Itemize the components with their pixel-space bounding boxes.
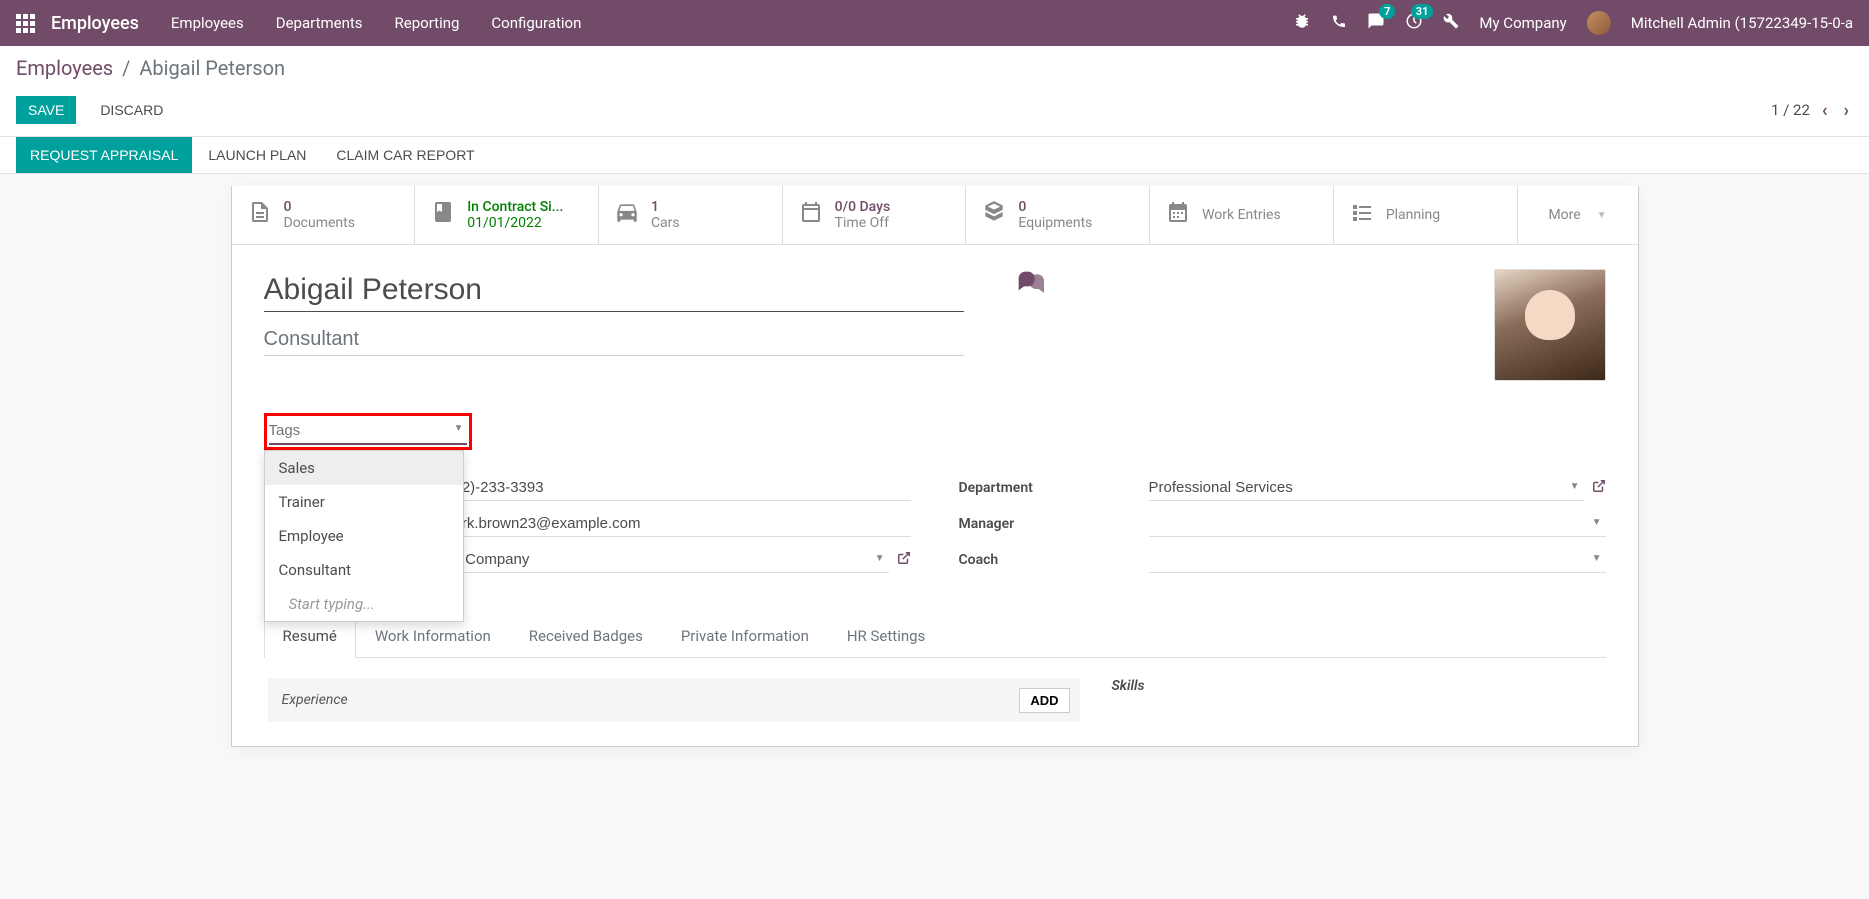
username[interactable]: Mitchell Admin (15722349-15-0-a bbox=[1631, 14, 1853, 32]
more-label: More bbox=[1548, 207, 1580, 223]
request-appraisal-button[interactable]: Request Appraisal bbox=[16, 137, 192, 173]
tag-option-sales[interactable]: Sales bbox=[265, 451, 463, 485]
activities-icon[interactable]: 31 bbox=[1405, 12, 1423, 34]
tags-field: ▼ Sales Trainer Employee Consultant Star… bbox=[264, 413, 472, 450]
skills-panel: Skills bbox=[1112, 678, 1602, 722]
apps-icon[interactable] bbox=[16, 14, 35, 33]
tag-option-consultant[interactable]: Consultant bbox=[265, 553, 463, 587]
external-link-icon[interactable] bbox=[897, 551, 911, 569]
tab-hr-settings[interactable]: HR Settings bbox=[828, 614, 944, 657]
employee-photo[interactable] bbox=[1494, 269, 1606, 381]
breadcrumb-sep: / bbox=[122, 56, 130, 80]
nav-employees[interactable]: Employees bbox=[171, 14, 244, 32]
bug-icon[interactable] bbox=[1293, 12, 1311, 34]
save-button[interactable]: Save bbox=[16, 96, 76, 124]
tasks-icon bbox=[1348, 200, 1376, 230]
actions-row: Save Discard 1 / 22 ‹ › bbox=[16, 96, 1853, 124]
skills-heading: Skills bbox=[1112, 678, 1602, 694]
job-title-input[interactable] bbox=[264, 324, 964, 356]
department-label: Department bbox=[959, 480, 1149, 496]
chevron-down-icon: ▼ bbox=[875, 553, 885, 564]
chat-icon[interactable] bbox=[1016, 269, 1048, 381]
tags-dropdown: Sales Trainer Employee Consultant Start … bbox=[264, 450, 464, 622]
tab-private[interactable]: Private Information bbox=[662, 614, 828, 657]
breadcrumb-current: Abigail Peterson bbox=[139, 56, 285, 80]
breadcrumb-root[interactable]: Employees bbox=[16, 56, 113, 80]
add-experience-button[interactable]: ADD bbox=[1019, 688, 1069, 713]
stat-planning[interactable]: Planning bbox=[1334, 186, 1518, 244]
stat-more[interactable]: More ▼ bbox=[1518, 186, 1638, 244]
app-title: Employees bbox=[51, 13, 139, 34]
fields-grid: ▼ Department ▼ bbox=[264, 474, 1606, 582]
button-box: 0Documents In Contract Si...01/01/2022 1… bbox=[232, 186, 1638, 245]
breadcrumb: Employees / Abigail Peterson bbox=[16, 56, 1853, 80]
book-icon bbox=[429, 200, 457, 230]
document-icon bbox=[246, 200, 274, 230]
tag-option-trainer[interactable]: Trainer bbox=[265, 485, 463, 519]
phone-icon[interactable] bbox=[1331, 13, 1347, 33]
form-container: 0Documents In Contract Si...01/01/2022 1… bbox=[215, 186, 1655, 747]
nav-reporting[interactable]: Reporting bbox=[395, 14, 460, 32]
stat-documents[interactable]: 0Documents bbox=[232, 186, 416, 244]
nav-right: 7 31 My Company Mitchell Admin (15722349… bbox=[1293, 11, 1853, 35]
chevron-down-icon: ▼ bbox=[1570, 481, 1580, 492]
tab-badges[interactable]: Received Badges bbox=[510, 614, 662, 657]
pager-prev-icon[interactable]: ‹ bbox=[1818, 100, 1832, 121]
resume-panel: Experience ADD bbox=[268, 678, 1080, 722]
work-phone-input[interactable] bbox=[454, 475, 911, 501]
conversations-badge: 7 bbox=[1379, 4, 1395, 19]
chevron-down-icon: ▼ bbox=[1597, 210, 1607, 221]
boxes-icon bbox=[980, 199, 1008, 231]
chevron-down-icon: ▼ bbox=[1592, 553, 1602, 564]
tag-option-employee[interactable]: Employee bbox=[265, 519, 463, 553]
discard-button[interactable]: Discard bbox=[88, 96, 175, 124]
nav-departments[interactable]: Departments bbox=[276, 14, 363, 32]
claim-car-report-button[interactable]: Claim Car Report bbox=[322, 137, 488, 173]
tag-hint: Start typing... bbox=[265, 587, 463, 621]
launch-plan-button[interactable]: Launch Plan bbox=[194, 137, 320, 173]
activities-badge: 31 bbox=[1411, 4, 1434, 19]
nav-configuration[interactable]: Configuration bbox=[491, 14, 581, 32]
employee-name-input[interactable] bbox=[264, 269, 964, 312]
calendar-grid-icon bbox=[1164, 200, 1192, 230]
pager-next-icon[interactable]: › bbox=[1840, 100, 1853, 121]
external-link-icon[interactable] bbox=[1592, 479, 1606, 497]
stat-contract[interactable]: In Contract Si...01/01/2022 bbox=[415, 186, 599, 244]
tab-content: Experience ADD Skills bbox=[264, 658, 1606, 722]
coach-label: Coach bbox=[959, 552, 1149, 568]
department-select[interactable] bbox=[1149, 475, 1584, 501]
stat-work-entries[interactable]: Work Entries bbox=[1150, 186, 1334, 244]
form-sheet: 0Documents In Contract Si...01/01/2022 1… bbox=[231, 186, 1639, 747]
pager-count[interactable]: 1 / 22 bbox=[1771, 101, 1810, 119]
top-nav: Employees Employees Departments Reportin… bbox=[0, 0, 1869, 46]
chevron-down-icon: ▼ bbox=[1592, 517, 1602, 528]
tabs: Resumé Work Information Received Badges … bbox=[264, 614, 1606, 658]
tags-input[interactable] bbox=[269, 418, 467, 445]
control-panel: Employees / Abigail Peterson Save Discar… bbox=[0, 46, 1869, 137]
stat-cars[interactable]: 1Cars bbox=[599, 186, 783, 244]
coach-select[interactable] bbox=[1149, 547, 1606, 573]
car-icon bbox=[613, 199, 641, 231]
company-select[interactable] bbox=[454, 547, 889, 573]
experience-heading: Experience bbox=[282, 692, 348, 708]
pager: 1 / 22 ‹ › bbox=[1771, 100, 1853, 121]
conversations-icon[interactable]: 7 bbox=[1367, 12, 1385, 34]
user-avatar[interactable] bbox=[1587, 11, 1611, 35]
calendar-icon bbox=[797, 200, 825, 230]
manager-label: Manager bbox=[959, 516, 1149, 532]
status-bar: Request Appraisal Launch Plan Claim Car … bbox=[0, 137, 1869, 174]
company-name[interactable]: My Company bbox=[1479, 14, 1566, 32]
manager-select[interactable] bbox=[1149, 511, 1606, 537]
right-col: Department ▼ Manager ▼ bbox=[959, 474, 1606, 582]
sheet-body: ▼ Sales Trainer Employee Consultant Star… bbox=[232, 245, 1638, 746]
tools-icon[interactable] bbox=[1443, 13, 1459, 33]
nav-menu: Employees Departments Reporting Configur… bbox=[171, 14, 581, 32]
work-email-input[interactable] bbox=[454, 511, 911, 537]
stat-timeoff[interactable]: 0/0 DaysTime Off bbox=[783, 186, 967, 244]
stat-equipments[interactable]: 0Equipments bbox=[966, 186, 1150, 244]
